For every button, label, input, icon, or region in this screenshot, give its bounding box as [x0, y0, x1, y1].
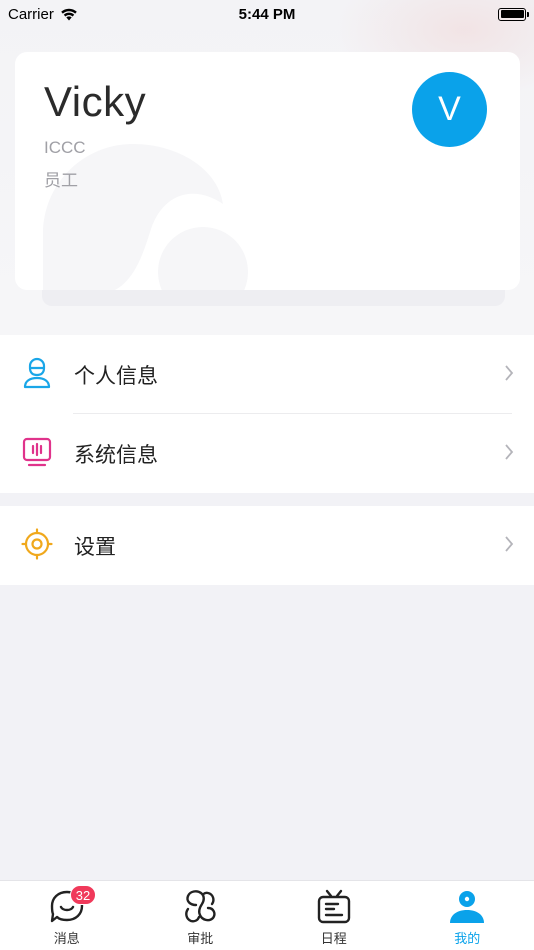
- tab-schedule[interactable]: 日程: [267, 881, 401, 950]
- menu-item-settings[interactable]: 设置: [0, 506, 534, 585]
- target-gear-icon: [21, 528, 53, 560]
- tab-label-profile: 我的: [454, 931, 481, 946]
- menu-group-info: 个人信息 系统信息: [0, 335, 534, 493]
- menu-label-system-info: 系统信息: [74, 443, 158, 467]
- tab-messages[interactable]: 32 消息: [0, 881, 134, 950]
- user-icon: [23, 357, 51, 389]
- status-time: 5:44 PM: [238, 5, 296, 23]
- tab-approval[interactable]: 审批: [134, 881, 268, 950]
- tab-bar: 32 消息 审批 日程 我的: [0, 880, 534, 950]
- user-organization: ICCC: [44, 138, 86, 157]
- tab-profile[interactable]: 我的: [401, 881, 534, 950]
- approval-icon: [185, 890, 216, 923]
- chevron-right-icon: [505, 444, 514, 460]
- status-bar: Carrier 5:44 PM: [0, 0, 534, 28]
- battery-icon: [498, 7, 529, 21]
- user-role: 员工: [44, 171, 78, 190]
- profile-icon: [450, 891, 485, 923]
- chevron-right-icon: [505, 365, 514, 381]
- carrier-label: Carrier: [8, 5, 54, 23]
- wifi-icon: [61, 8, 77, 21]
- avatar[interactable]: V: [412, 72, 487, 147]
- status-left: Carrier: [8, 6, 78, 23]
- chevron-right-icon: [505, 536, 514, 552]
- menu-group-settings: 设置: [0, 506, 534, 585]
- tab-label-schedule: 日程: [320, 931, 347, 946]
- user-name: Vicky: [44, 78, 147, 125]
- profile-card[interactable]: Vicky ICCC 员工 V: [15, 52, 520, 290]
- menu-item-system-info[interactable]: 系统信息: [0, 414, 534, 493]
- menu-label-personal-info: 个人信息: [74, 364, 158, 388]
- menu-label-settings: 设置: [74, 535, 116, 559]
- tab-label-approval: 审批: [187, 931, 214, 946]
- unread-badge: 32: [69, 885, 97, 905]
- schedule-icon: [317, 889, 350, 924]
- menu-item-personal-info[interactable]: 个人信息: [0, 335, 534, 414]
- monitor-icon: [22, 437, 52, 467]
- tab-label-messages: 消息: [53, 931, 80, 946]
